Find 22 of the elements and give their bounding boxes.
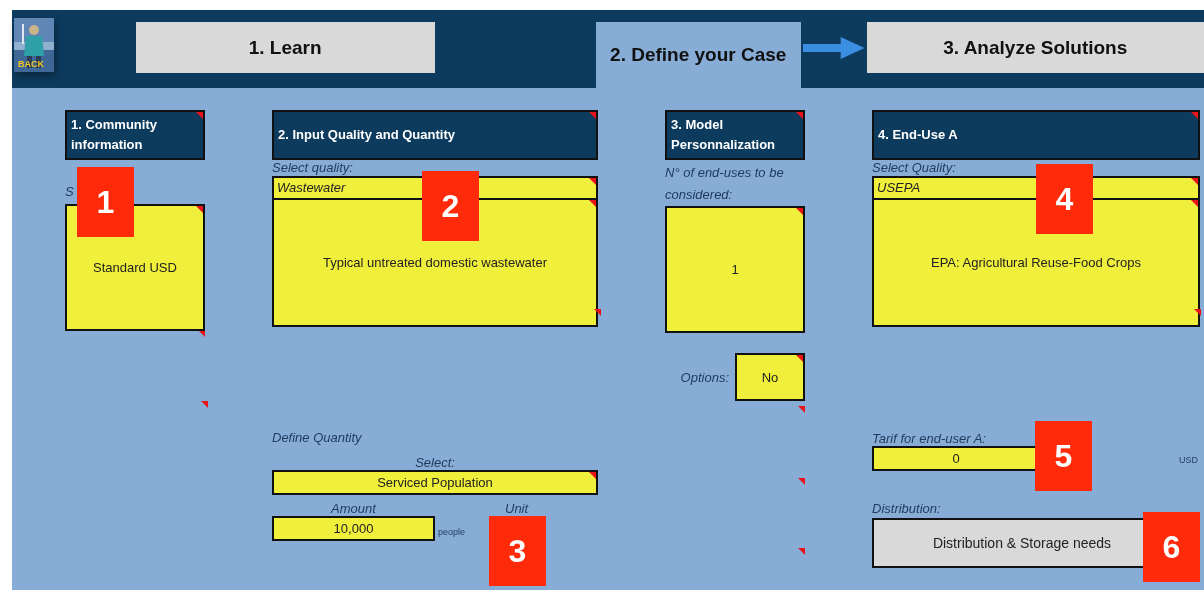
- step-number-tooltip: 5: [1035, 421, 1092, 491]
- step-number-tooltip: 2: [422, 171, 479, 241]
- field-label: Select quality:: [272, 160, 354, 175]
- field-label: Amount: [329, 501, 378, 516]
- field-label: Select:: [414, 455, 456, 470]
- section-title: 1. Community information: [65, 110, 205, 160]
- field-label: S: [65, 184, 74, 201]
- section-title: 3. Model Personnalization: [665, 110, 805, 160]
- unit-label: people: [438, 527, 466, 537]
- field-label: Select Quality:: [872, 160, 957, 175]
- field-label: N° of end-uses to be considered:: [665, 164, 785, 204]
- field-label: Unit: [505, 501, 529, 516]
- currency-label: USD: [1179, 455, 1198, 465]
- step-number-tooltip: 3: [489, 516, 546, 586]
- step-number-tooltip: 1: [77, 167, 134, 237]
- field-label: Options:: [680, 369, 729, 385]
- section-subheading: Define Quantity: [272, 430, 362, 445]
- section-title: 4. End-Use A: [872, 110, 1200, 160]
- field-label: Distribution:: [872, 501, 941, 516]
- step-number-tooltip: 6: [1143, 512, 1200, 582]
- section-title: 2. Input Quality and Quantity: [272, 110, 598, 160]
- field-label: Tarif for end-user A:: [872, 431, 986, 446]
